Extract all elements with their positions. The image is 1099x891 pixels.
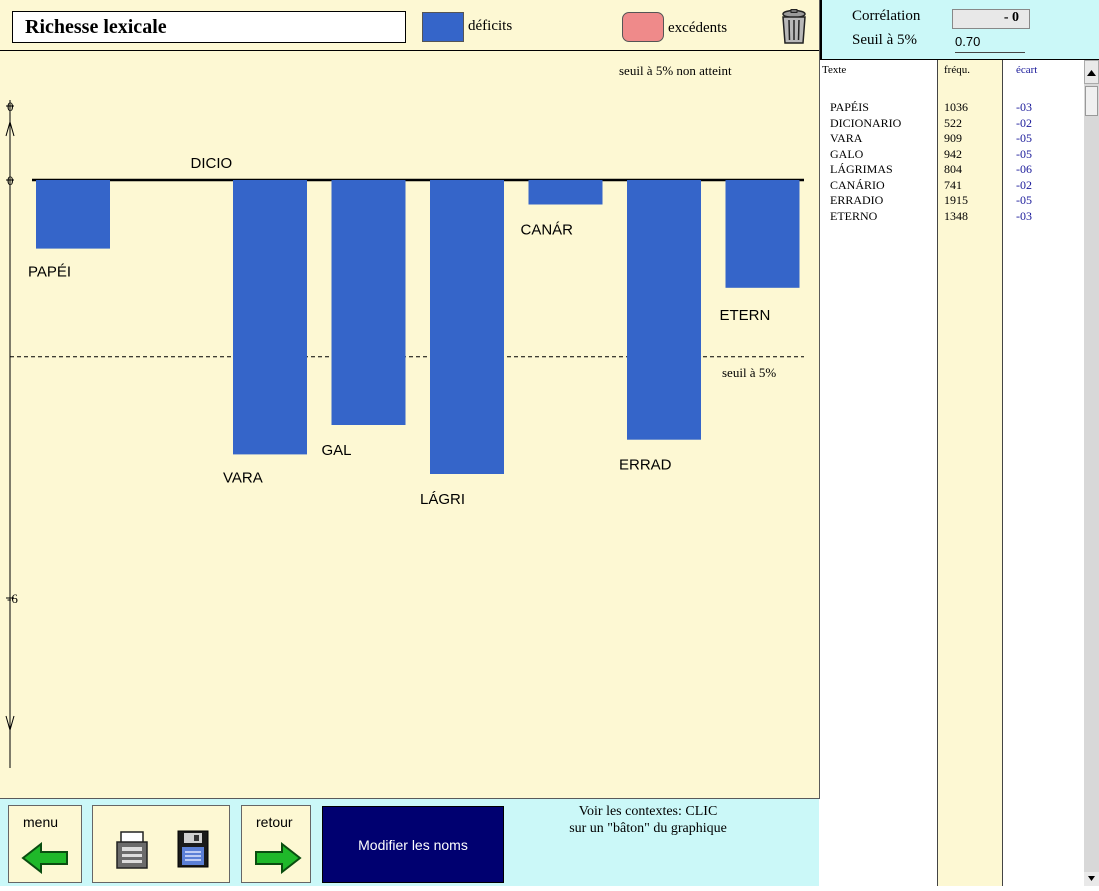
- table-cell-ecart: -03: [1016, 100, 1032, 114]
- table-cell-ecart: -03: [1016, 208, 1032, 223]
- context-hint-line2: sur un "bâton" du graphique: [569, 821, 727, 836]
- seuil-value: 0.70: [955, 34, 1025, 53]
- bar-vara[interactable]: [233, 180, 307, 455]
- table-cell-freq: 909: [944, 131, 962, 145]
- right-arrow-icon: [255, 842, 302, 874]
- menu-button-label: menu: [23, 814, 59, 830]
- chart-title: Richesse lexicale: [12, 11, 406, 43]
- table-cell-word: ERRADIO: [830, 193, 884, 207]
- table-cell-freq: 741: [944, 177, 962, 192]
- bar-label: VARA: [223, 469, 263, 486]
- scroll-up-arrow-icon[interactable]: [1084, 60, 1099, 84]
- trash-can-icon[interactable]: [778, 9, 810, 45]
- y-tick-label: 0: [7, 173, 14, 188]
- bar-chart: 0 0 -6 seuil à 5% PAPÉI DICIO VARA GAL LÁGRI CAN…: [5, 99, 804, 768]
- printer-icon[interactable]: [115, 830, 149, 870]
- column-header-ecart: écart: [1016, 64, 1038, 76]
- bar-label: GAL: [322, 442, 352, 459]
- menu-button[interactable]: menu: [8, 805, 82, 883]
- bar-errad[interactable]: [627, 180, 701, 440]
- left-arrow-icon: [21, 842, 68, 874]
- bar-label: DICIO: [191, 155, 233, 172]
- retour-button-label: retour: [256, 814, 293, 830]
- print-save-group: [92, 805, 230, 883]
- table-cell-word: PAPÉIS: [830, 100, 869, 114]
- legend-deficit-label: déficits: [468, 18, 513, 34]
- scroll-thumb[interactable]: [1085, 86, 1098, 116]
- bar-label: ERRAD: [619, 457, 672, 474]
- table-cell-freq: 1915: [944, 193, 968, 207]
- table-cell-ecart: -02: [1016, 177, 1032, 192]
- bar-label: CANÁR: [521, 222, 574, 239]
- context-hint: Voir les contextes: CLIC sur un "bâton" …: [518, 803, 778, 837]
- table-cell-word: LÁGRIMAS: [830, 162, 893, 176]
- table-cell-ecart: -06: [1016, 162, 1032, 176]
- table-cell-freq: 1348: [944, 208, 968, 223]
- table-cell-ecart: -05: [1016, 193, 1032, 207]
- context-hint-line1: Voir les contextes: CLIC: [578, 804, 718, 819]
- correlation-label: Corrélation: [852, 8, 921, 24]
- scroll-down-arrow-icon[interactable]: [1084, 872, 1099, 886]
- bar-label: PAPÉI: [28, 264, 71, 281]
- table-cell-word: VARA: [830, 131, 863, 145]
- table-cell-freq: 942: [944, 146, 962, 161]
- bar-gal[interactable]: [331, 180, 406, 425]
- bar-label: LÁGRI: [420, 491, 465, 508]
- table-cell-freq: 1036: [944, 100, 968, 114]
- modify-names-button[interactable]: Modifier les noms: [322, 806, 504, 883]
- floppy-disk-icon[interactable]: [177, 830, 209, 868]
- table-cell-word: CANÁRIO: [830, 177, 885, 192]
- bar-label: ETERN: [720, 307, 771, 324]
- table-cell-ecart: -02: [1016, 115, 1032, 130]
- table-cell-word: GALO: [830, 146, 864, 161]
- bar-etern[interactable]: [725, 180, 800, 288]
- y-tick-label: -6: [7, 591, 18, 606]
- bar-papéi[interactable]: [36, 180, 110, 249]
- table-cell-word: ETERNO: [830, 208, 878, 223]
- legend-excess-label: excédents: [668, 20, 728, 36]
- y-tick-label: 0: [7, 99, 14, 114]
- table-scrollbar[interactable]: [1084, 60, 1099, 886]
- table-cell-ecart: -05: [1016, 146, 1032, 161]
- table-cell-word: DICIONARIO: [830, 115, 902, 130]
- table-cell-freq: 804: [944, 162, 962, 176]
- legend-deficit-swatch: [422, 12, 464, 42]
- retour-button[interactable]: retour: [241, 805, 311, 883]
- bar-lágri[interactable]: [430, 180, 504, 474]
- legend-excess-swatch: [622, 12, 664, 42]
- seuil-label: Seuil à 5%: [852, 32, 917, 48]
- column-header-freq: fréqu.: [944, 64, 970, 76]
- correlation-value: - 0: [952, 9, 1030, 29]
- table-cell-ecart: -05: [1016, 131, 1032, 145]
- table-cell-freq: 522: [944, 115, 962, 130]
- column-header-text: Texte: [822, 64, 847, 76]
- threshold-label: seuil à 5%: [722, 365, 776, 380]
- bar-canár[interactable]: [528, 180, 603, 205]
